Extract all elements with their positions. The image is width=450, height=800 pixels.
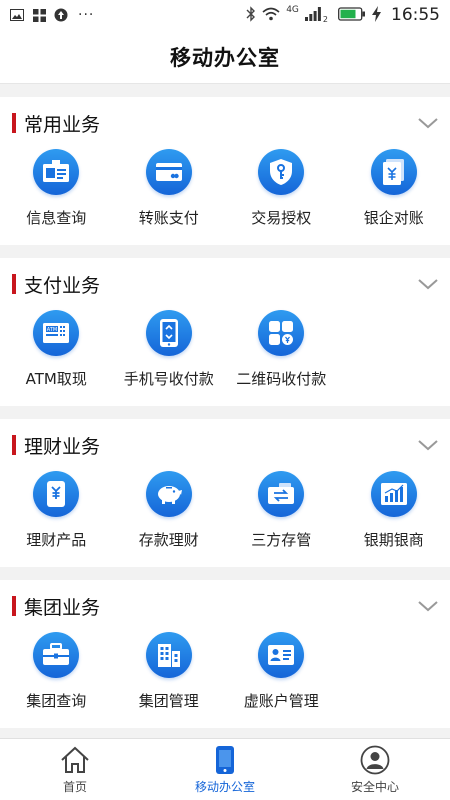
tile-group-management[interactable]: 集团管理 [113, 632, 226, 711]
tile-phone-payment[interactable]: 手机号收付款 [113, 310, 226, 389]
wallet-transfer-icon [258, 471, 305, 517]
bottom-nav: 首页 移动办公室 安全中心 [0, 738, 450, 800]
tile-label: 存款理财 [138, 531, 199, 549]
section-marker [12, 596, 16, 616]
tile-label: 信息查询 [26, 209, 87, 227]
tile-label: 理财产品 [26, 531, 87, 549]
tile-label: 交易授权 [251, 209, 312, 227]
tile-label: 手机号收付款 [123, 370, 214, 388]
tile-label: 集团管理 [138, 692, 199, 710]
building-icon [145, 632, 192, 678]
nav-security-center[interactable]: 安全中心 [300, 739, 450, 800]
section-header[interactable]: 常用业务 [0, 97, 450, 149]
tile-label: 二维码收付款 [236, 370, 327, 388]
tile-wealth-products[interactable]: 理财产品 [0, 471, 113, 550]
section-title: 常用业务 [24, 113, 101, 136]
tile-qr-payment[interactable]: 二维码收付款 [225, 310, 338, 389]
section-wealth-business: 理财业务 理财产品 存款理财 三方存管 银期银商 [0, 419, 450, 567]
tile-info-query[interactable]: 信息查询 [0, 149, 113, 228]
account-card-icon [258, 632, 305, 678]
tile-third-party-custody[interactable]: 三方存管 [225, 471, 338, 550]
tile-bank-futures-merchant[interactable]: 银期银商 [338, 471, 450, 550]
nav-label: 安全中心 [350, 780, 399, 794]
section-marker [12, 274, 16, 294]
status-bar: ··· 4G 2 16:55 [0, 0, 450, 30]
more-notifications: ··· [78, 7, 95, 23]
nav-mobile-office[interactable]: 移动办公室 [150, 739, 300, 800]
tile-label: 三方存管 [251, 531, 312, 549]
bluetooth-icon [246, 5, 256, 25]
tile-label: 银企对账 [363, 209, 424, 227]
tile-atm-withdrawal[interactable]: ATM ATM取现 [0, 310, 113, 389]
svg-text:ATM: ATM [47, 327, 57, 333]
upload-icon [54, 8, 68, 22]
image-icon [10, 8, 24, 22]
tile-transfer-payment[interactable]: 转账支付 [113, 149, 226, 228]
qr-grid-icon [258, 310, 305, 356]
page-title: 移动办公室 [170, 45, 280, 70]
id-card-icon [33, 149, 80, 195]
piggy-bank-icon [145, 471, 192, 517]
mobile-icon [215, 744, 235, 776]
tile-bank-reconciliation[interactable]: 银企对账 [338, 149, 450, 228]
home-icon [60, 744, 90, 776]
section-title: 理财业务 [24, 435, 101, 458]
nav-label: 移动办公室 [194, 780, 255, 794]
chevron-down-icon[interactable] [416, 111, 440, 135]
battery-icon [338, 6, 366, 24]
tile-label: 集团查询 [26, 692, 87, 710]
tile-virtual-account-management[interactable]: 虚账户管理 [225, 632, 338, 711]
chevron-down-icon[interactable] [416, 272, 440, 296]
shield-key-icon [258, 149, 305, 195]
atm-icon: ATM [33, 310, 80, 356]
chevron-down-icon[interactable] [416, 433, 440, 457]
card-icon [145, 149, 192, 195]
user-icon [360, 744, 390, 776]
tile-deposit-wealth[interactable]: 存款理财 [113, 471, 226, 550]
nav-home[interactable]: 首页 [0, 739, 150, 800]
nav-label: 首页 [62, 780, 87, 794]
clock: 16:55 [391, 5, 440, 25]
section-group-business: 集团业务 集团查询 集团管理 虚账户管理 [0, 580, 450, 728]
signal-icon [304, 6, 321, 24]
wifi-icon [262, 7, 280, 24]
tile-label: 银期银商 [363, 531, 424, 549]
tile-label: 虚账户管理 [243, 692, 319, 710]
section-payment-business: 支付业务 ATM ATM取现 手机号收付款 二维码收付款 [0, 258, 450, 406]
tile-label: ATM取现 [25, 370, 87, 388]
tile-group-query[interactable]: 集团查询 [0, 632, 113, 711]
bar-chart-icon [370, 471, 417, 517]
section-common-business: 常用业务 信息查询 转账支付 交易授权 银企对账 [0, 97, 450, 245]
document-yuan-icon [370, 149, 417, 195]
apps-icon [32, 8, 46, 22]
tile-transaction-auth[interactable]: 交易授权 [225, 149, 338, 228]
section-marker [12, 113, 16, 133]
section-title: 集团业务 [24, 596, 101, 619]
section-header[interactable]: 理财业务 [0, 419, 450, 471]
charging-icon [372, 5, 381, 25]
section-title: 支付业务 [24, 274, 101, 297]
yuan-phone-icon [33, 471, 80, 517]
phone-exchange-icon [145, 310, 192, 356]
tile-label: 转账支付 [138, 209, 199, 227]
section-marker [12, 435, 16, 455]
briefcase-icon [33, 632, 80, 678]
chevron-down-icon[interactable] [416, 594, 440, 618]
network-type: 4G [286, 5, 299, 15]
signal-sub: 2 [322, 14, 328, 24]
section-header[interactable]: 支付业务 [0, 258, 450, 310]
section-header[interactable]: 集团业务 [0, 580, 450, 632]
app-header: 移动办公室 [0, 30, 450, 84]
